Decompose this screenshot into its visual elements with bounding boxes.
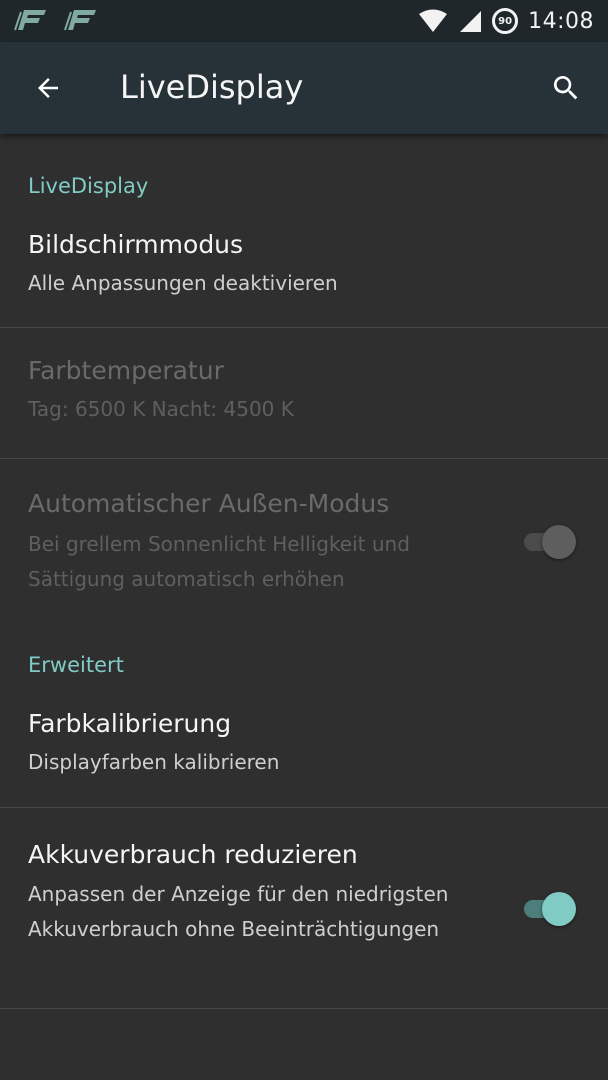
settings-list: LiveDisplay Bildschirmmodus Alle Anpassu… — [0, 134, 608, 1009]
pref-summary: Displayfarben kalibrieren — [28, 750, 280, 774]
pref-title: Akkuverbrauch reduzieren — [28, 840, 358, 869]
notification-icons — [12, 8, 98, 32]
back-button[interactable] — [24, 64, 72, 112]
pref-title: Farbkalibrierung — [28, 709, 232, 738]
clock: 14:08 — [528, 8, 594, 34]
switch-thumb — [542, 892, 576, 926]
pref-summary: Anpassen der Anzeige für den niedrigsten… — [28, 882, 449, 941]
app-bar: LiveDisplay — [0, 42, 608, 134]
search-button[interactable] — [542, 64, 590, 112]
status-bar: 90 14:08 — [0, 0, 608, 42]
pref-summary: Tag: 6500 K Nacht: 4500 K — [28, 397, 294, 421]
pref-summary: Alle Anpassungen deaktivieren — [28, 271, 338, 295]
pref-title: Automatischer Außen-Modus — [28, 489, 390, 518]
pref-reduce-power[interactable]: Akkuverbrauch reduzieren Anpassen der An… — [0, 808, 608, 1009]
app-notification-icon — [64, 10, 96, 31]
category-header: LiveDisplay — [28, 174, 149, 198]
pref-screen-mode[interactable]: Bildschirmmodus Alle Anpassungen deaktiv… — [0, 216, 608, 328]
app-notification-icon — [14, 10, 46, 31]
switch-thumb — [542, 525, 576, 559]
battery-level: 90 — [498, 15, 513, 27]
reduce-power-switch[interactable] — [522, 890, 576, 926]
pref-title: Bildschirmmodus — [28, 230, 244, 259]
category-advanced: Erweitert — [0, 623, 608, 687]
category-livedisplay: LiveDisplay — [0, 134, 608, 216]
page-title: LiveDisplay — [120, 68, 304, 106]
pref-outdoor-mode: Automatischer Außen-Modus Bei grellem So… — [0, 459, 608, 623]
wifi-icon — [419, 9, 448, 32]
cell-signal-icon — [460, 11, 482, 32]
pref-color-temperature: Farbtemperatur Tag: 6500 K Nacht: 4500 K — [0, 328, 608, 459]
pref-color-calibration[interactable]: Farbkalibrierung Displayfarben kalibrier… — [0, 687, 608, 808]
category-header: Erweitert — [28, 653, 124, 677]
pref-summary: Bei grellem Sonnenlicht Helligkeit und S… — [28, 532, 410, 591]
search-icon — [553, 76, 578, 100]
arrow-back-icon — [38, 78, 58, 98]
battery-icon: 90 — [492, 8, 519, 34]
outdoor-mode-switch — [522, 523, 576, 559]
pref-title: Farbtemperatur — [28, 356, 224, 385]
